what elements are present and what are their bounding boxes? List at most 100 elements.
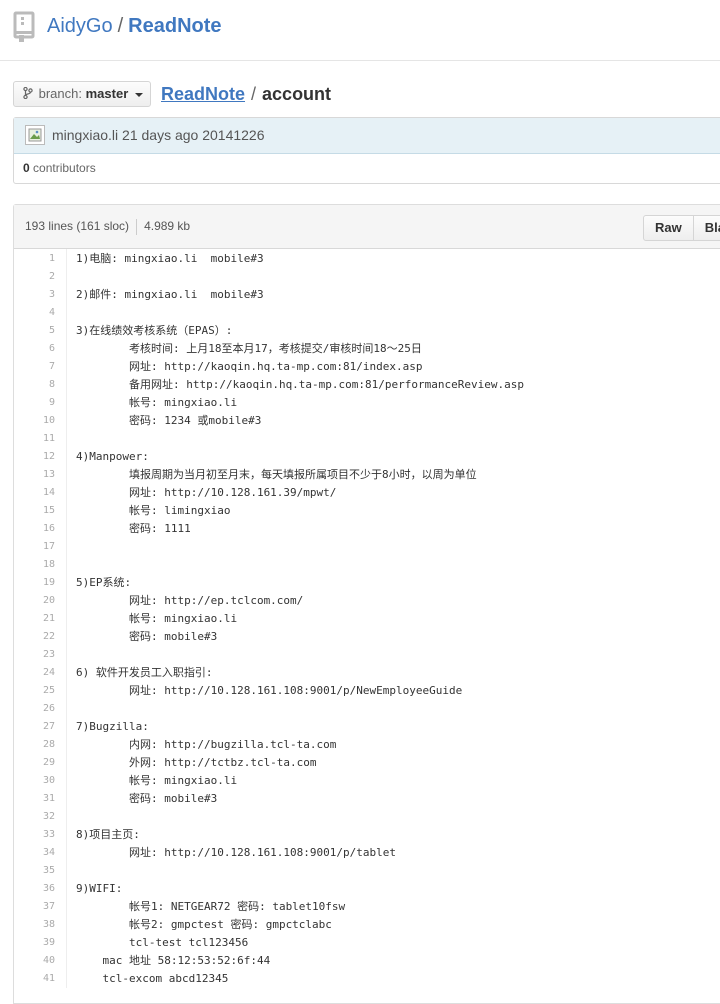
- line-number[interactable]: 6: [14, 340, 55, 358]
- code-line: 20 网址: http://ep.tclcom.com/: [14, 592, 720, 610]
- code-line: 2: [14, 268, 720, 286]
- branch-select-button[interactable]: branch: master: [13, 81, 151, 107]
- line-number[interactable]: 22: [14, 628, 55, 646]
- line-number[interactable]: 34: [14, 844, 55, 862]
- code-line: 39 tcl-test tcl123456: [14, 934, 720, 952]
- avatar[interactable]: [25, 125, 45, 145]
- line-number[interactable]: 4: [14, 304, 55, 322]
- line-number[interactable]: 5: [14, 322, 55, 340]
- commit-message[interactable]: 20141226: [202, 127, 264, 143]
- code-line: 13 填报周期为当月初至月末，每天填报所属项目不少于8小时，以周为单位: [14, 466, 720, 484]
- line-content: 4)Manpower:: [76, 450, 149, 463]
- code-line: 9 帐号: mingxiao.li: [14, 394, 720, 412]
- line-content: 密码: mobile#3: [76, 792, 218, 805]
- line-number[interactable]: 32: [14, 808, 55, 826]
- line-content: 1)电脑: mingxiao.li mobile#3: [76, 252, 264, 265]
- line-number[interactable]: 27: [14, 718, 55, 736]
- line-number[interactable]: 24: [14, 664, 55, 682]
- line-content: tcl-excom abcd12345: [76, 972, 229, 985]
- line-number[interactable]: 31: [14, 790, 55, 808]
- line-content: 帐号2: gmpctest 密码: gmpctclabc: [76, 918, 332, 931]
- line-number[interactable]: 38: [14, 916, 55, 934]
- line-number[interactable]: 33: [14, 826, 55, 844]
- line-content: 帐号: mingxiao.li: [76, 612, 238, 625]
- line-number[interactable]: 2: [14, 268, 55, 286]
- line-number[interactable]: 14: [14, 484, 55, 502]
- commit-meta: mingxiao.li 21 days ago 20141226: [14, 118, 720, 154]
- line-number[interactable]: 30: [14, 772, 55, 790]
- line-content: tcl-test tcl123456: [76, 936, 249, 949]
- line-number[interactable]: 12: [14, 448, 55, 466]
- file-actions: RawBla: [643, 215, 720, 241]
- breadcrumb: ReadNote / account: [161, 82, 331, 106]
- code-line: 36 9)WIFI:: [14, 880, 720, 898]
- repo-owner-link[interactable]: AidyGo: [47, 15, 113, 37]
- line-number[interactable]: 8: [14, 376, 55, 394]
- breadcrumb-repo-link[interactable]: ReadNote: [161, 84, 245, 104]
- line-content: 帐号: mingxiao.li: [76, 774, 238, 787]
- code-line: 1 1)电脑: mingxiao.li mobile#3: [14, 250, 720, 268]
- code-line: 24 6) 软件开发员工入职指引:: [14, 664, 720, 682]
- line-number[interactable]: 25: [14, 682, 55, 700]
- commit-author-link[interactable]: mingxiao.li: [52, 127, 118, 143]
- line-content: 密码: 1111: [76, 522, 191, 535]
- line-number[interactable]: 19: [14, 574, 55, 592]
- repo-header: AidyGo / ReadNote: [0, 0, 720, 61]
- repo-title-separator: /: [117, 15, 124, 37]
- line-number[interactable]: 35: [14, 862, 55, 880]
- line-content: 网址: http://10.128.161.108:9001/p/tablet: [76, 846, 397, 859]
- line-content: 网址: http://10.128.161.108:9001/p/NewEmpl…: [76, 684, 463, 697]
- line-number[interactable]: 7: [14, 358, 55, 376]
- line-content: 5)EP系统:: [76, 576, 132, 589]
- line-number[interactable]: 18: [14, 556, 55, 574]
- code-line: 11: [14, 430, 720, 448]
- code-line: 19 5)EP系统:: [14, 574, 720, 592]
- line-number[interactable]: 15: [14, 502, 55, 520]
- code-line: 32: [14, 808, 720, 826]
- commit-summary: mingxiao.li 21 days ago 20141226 0 contr…: [13, 117, 720, 184]
- line-number[interactable]: 21: [14, 610, 55, 628]
- line-number[interactable]: 17: [14, 538, 55, 556]
- repo-book-icon: [13, 11, 35, 42]
- line-content: 网址: http://10.128.161.39/mpwt/: [76, 486, 337, 499]
- repo-name-link[interactable]: ReadNote: [128, 15, 221, 37]
- code-line: 15 帐号: limingxiao: [14, 502, 720, 520]
- contributors-summary[interactable]: 0 contributors: [23, 161, 96, 175]
- line-content: 网址: http://kaoqin.hq.ta-mp.com:81/index.…: [76, 360, 423, 373]
- raw-button[interactable]: Raw: [643, 215, 694, 241]
- line-number[interactable]: 41: [14, 970, 55, 988]
- line-number[interactable]: 13: [14, 466, 55, 484]
- code-line: 16 密码: 1111: [14, 520, 720, 538]
- code-line: 37 帐号1: NETGEAR72 密码: tablet10fsw: [14, 898, 720, 916]
- line-number[interactable]: 1: [14, 250, 55, 268]
- line-number[interactable]: 10: [14, 412, 55, 430]
- line-content: mac 地址 58:12:53:52:6f:44: [76, 954, 271, 967]
- code-line: 30 帐号: mingxiao.li: [14, 772, 720, 790]
- line-content: 外网: http://tctbz.tcl-ta.com: [76, 756, 317, 769]
- line-number[interactable]: 40: [14, 952, 55, 970]
- code-line: 6 考核时间: 上月18至本月17，考核提交/审核时间18～25日: [14, 340, 720, 358]
- code-line: 25 网址: http://10.128.161.108:9001/p/NewE…: [14, 682, 720, 700]
- line-content: 帐号: mingxiao.li: [76, 396, 238, 409]
- line-number[interactable]: 16: [14, 520, 55, 538]
- line-number[interactable]: 36: [14, 880, 55, 898]
- blame-button[interactable]: Bla: [692, 215, 720, 241]
- code-line: 23: [14, 646, 720, 664]
- line-number[interactable]: 20: [14, 592, 55, 610]
- line-number[interactable]: 3: [14, 286, 55, 304]
- code-line: 3 2)邮件: mingxiao.li mobile#3: [14, 286, 720, 304]
- line-number[interactable]: 11: [14, 430, 55, 448]
- code-line: 34 网址: http://10.128.161.108:9001/p/tabl…: [14, 844, 720, 862]
- line-number[interactable]: 28: [14, 736, 55, 754]
- code-line: 5 3)在线绩效考核系统（EPAS）:: [14, 322, 720, 340]
- line-number[interactable]: 9: [14, 394, 55, 412]
- line-number[interactable]: 37: [14, 898, 55, 916]
- line-number[interactable]: 29: [14, 754, 55, 772]
- line-content: 6) 软件开发员工入职指引:: [76, 666, 213, 679]
- repo-title: AidyGo / ReadNote: [47, 13, 222, 39]
- line-number[interactable]: 26: [14, 700, 55, 718]
- line-number[interactable]: 39: [14, 934, 55, 952]
- code-line: 29 外网: http://tctbz.tcl-ta.com: [14, 754, 720, 772]
- code-line: 8 备用网址: http://kaoqin.hq.ta-mp.com:81/pe…: [14, 376, 720, 394]
- line-number[interactable]: 23: [14, 646, 55, 664]
